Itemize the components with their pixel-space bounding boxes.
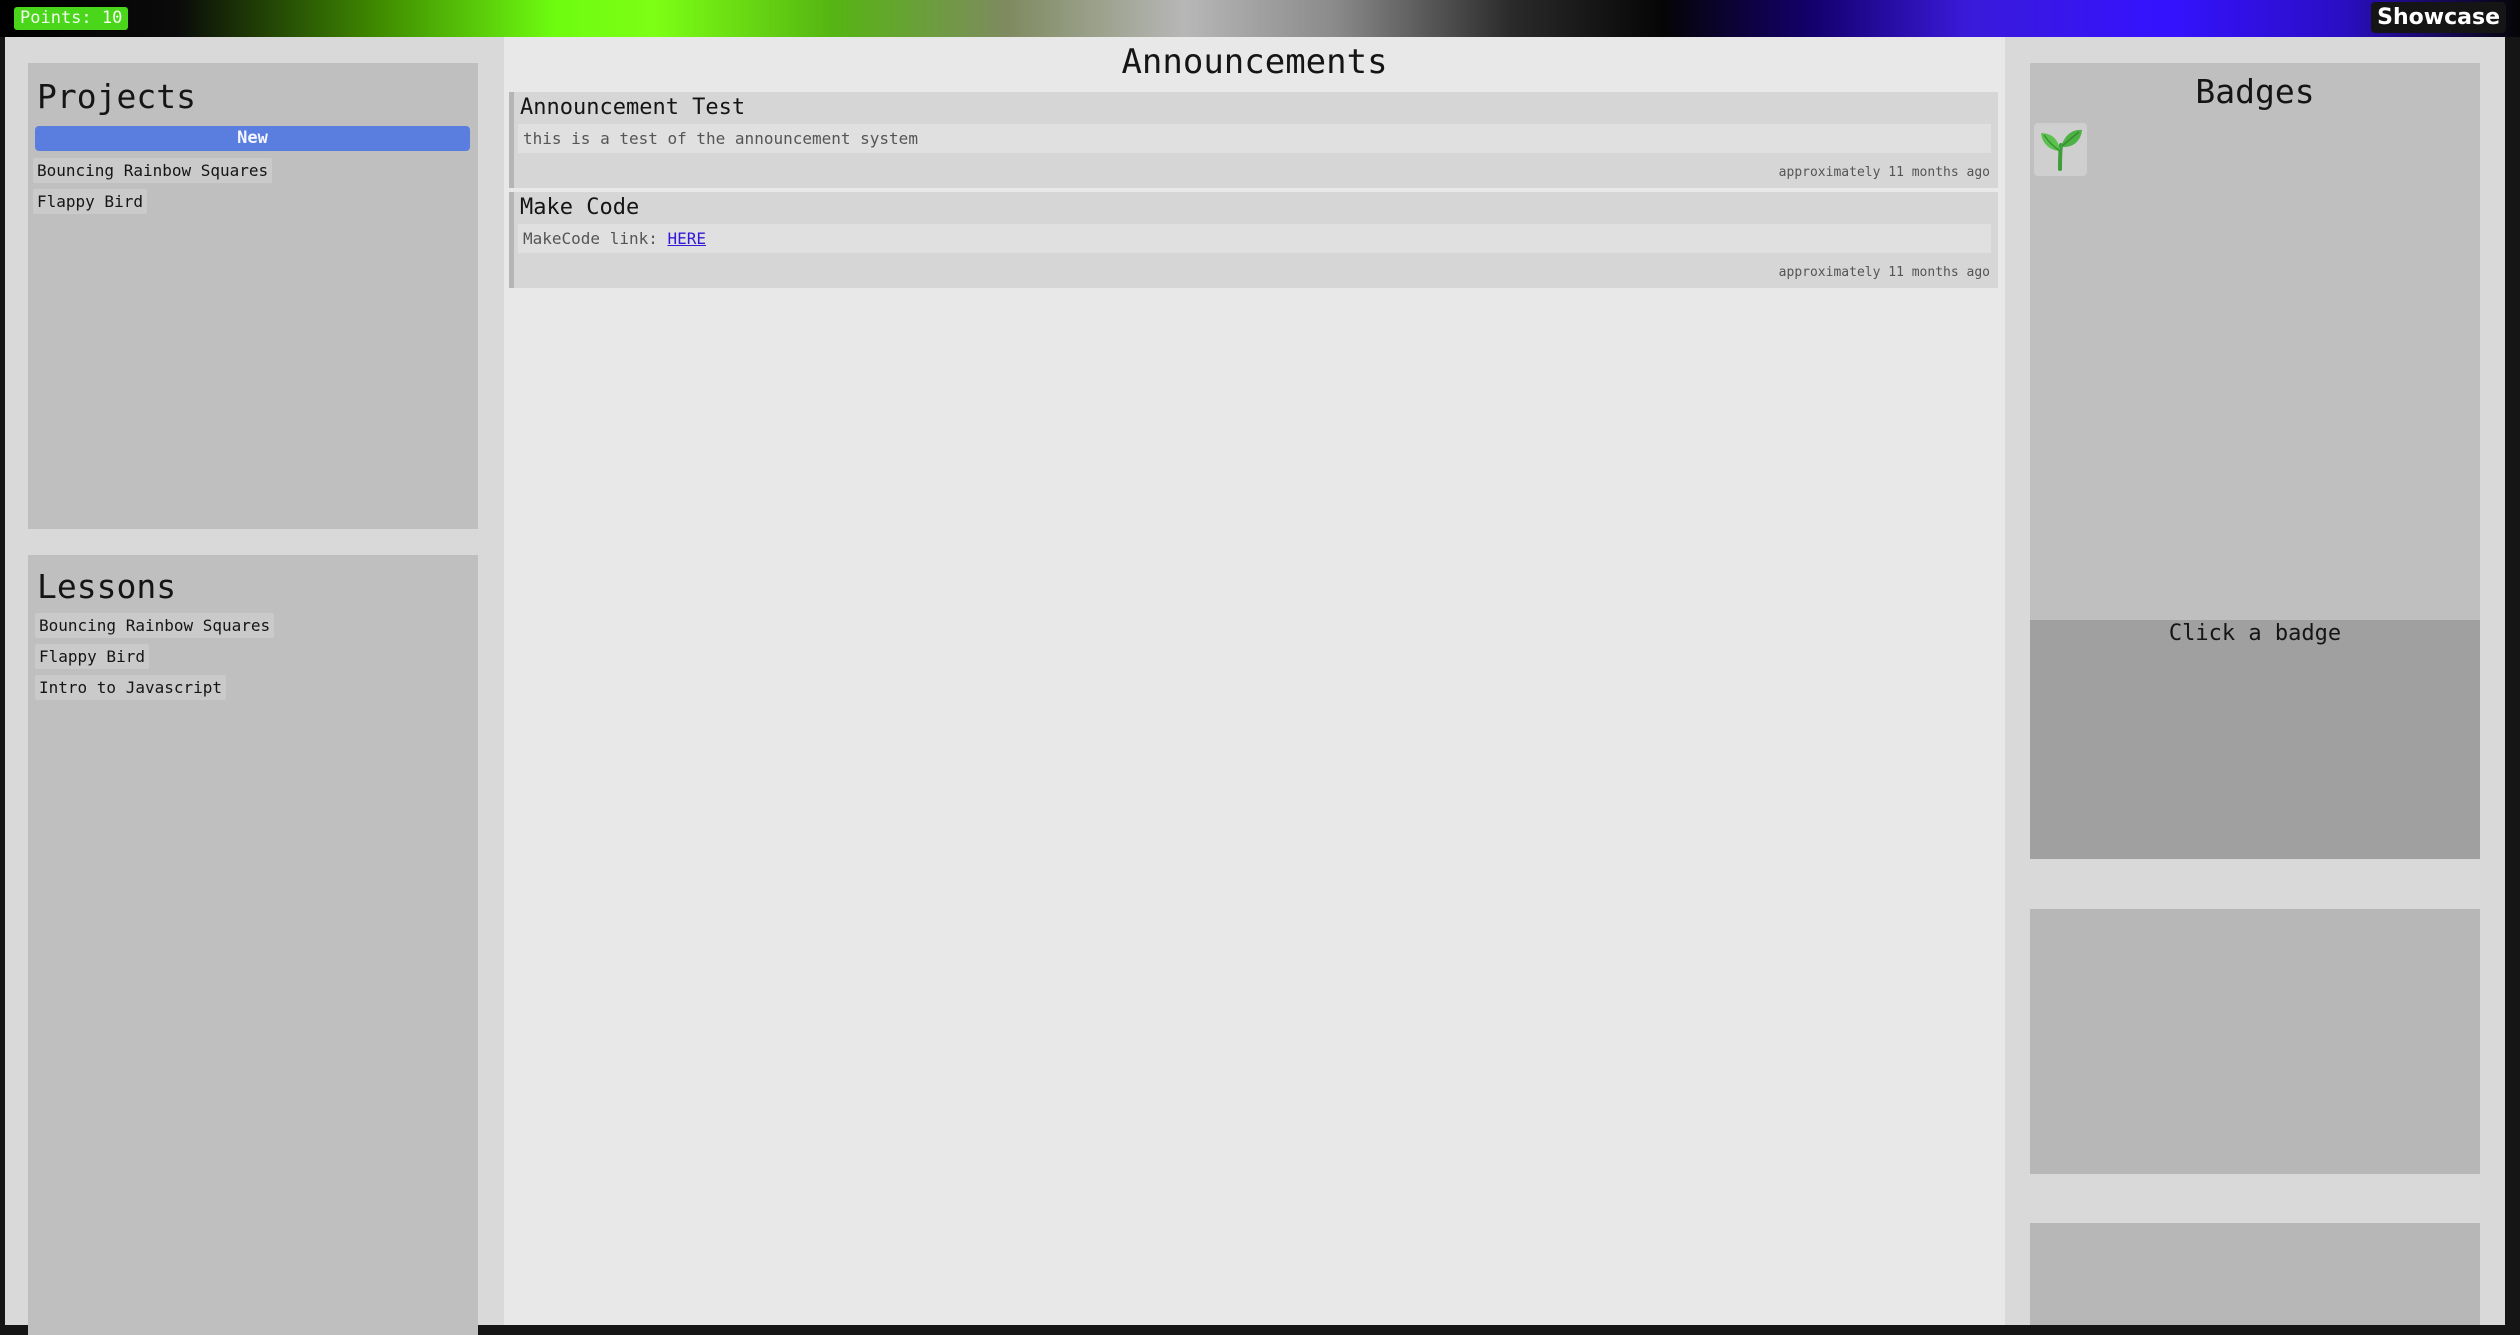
- announcement-card: Announcement Test this is a test of the …: [509, 92, 1998, 188]
- showcase-button[interactable]: Showcase: [2371, 2, 2506, 33]
- project-item-flappy-bird[interactable]: Flappy Bird: [33, 189, 147, 214]
- top-bar: Points: 10 Showcase: [0, 0, 2520, 37]
- projects-panel: Projects New Bouncing Rainbow Squares Fl…: [28, 63, 478, 529]
- lessons-panel: Lessons Bouncing Rainbow Squares Flappy …: [28, 555, 478, 1335]
- project-item-bouncing-rainbow-squares[interactable]: Bouncing Rainbow Squares: [33, 158, 273, 183]
- announcement-body-text: MakeCode link:: [523, 229, 668, 248]
- lesson-item-intro-to-javascript[interactable]: Intro to Javascript: [35, 675, 227, 700]
- page: Projects New Bouncing Rainbow Squares Fl…: [5, 37, 2505, 1335]
- new-project-button[interactable]: New: [35, 126, 470, 151]
- info-box: [2030, 1223, 2480, 1325]
- announcements-section: Announcements Announcement Test this is …: [504, 37, 2005, 1325]
- badge-button[interactable]: [2034, 123, 2087, 176]
- points-badge: Points: 10: [14, 7, 129, 30]
- projects-title: Projects: [37, 77, 196, 116]
- lesson-item-bouncing-rainbow-squares[interactable]: Bouncing Rainbow Squares: [35, 613, 275, 638]
- info-box: [2030, 909, 2480, 1174]
- lesson-item-flappy-bird[interactable]: Flappy Bird: [35, 644, 149, 669]
- announcement-title: Make Code: [520, 195, 640, 220]
- announcement-title: Announcement Test: [520, 95, 746, 120]
- announcement-card: Make Code MakeCode link: HERE approximat…: [509, 192, 1998, 288]
- lessons-title: Lessons: [37, 567, 177, 606]
- announcement-body: MakeCode link: HERE: [518, 224, 1991, 253]
- right-sidebar: Badges Click a badge: [2005, 37, 2505, 1325]
- makecode-link[interactable]: HERE: [668, 229, 707, 248]
- badges-title: Badges: [2195, 72, 2315, 111]
- badges-panel: Badges Click a badge: [2030, 63, 2480, 859]
- badge-hint: Click a badge: [2168, 621, 2342, 646]
- seedling-icon: [2041, 129, 2082, 171]
- announcement-timestamp: approximately 11 months ago: [1778, 265, 1990, 280]
- announcement-timestamp: approximately 11 months ago: [1778, 165, 1990, 180]
- announcement-body: this is a test of the announcement syste…: [518, 124, 1991, 153]
- scrollbar[interactable]: [2505, 37, 2520, 1325]
- announcements-title: Announcements: [1121, 42, 1388, 82]
- left-sidebar: Projects New Bouncing Rainbow Squares Fl…: [5, 37, 504, 1335]
- badge-detail-panel: Click a badge: [2030, 620, 2480, 859]
